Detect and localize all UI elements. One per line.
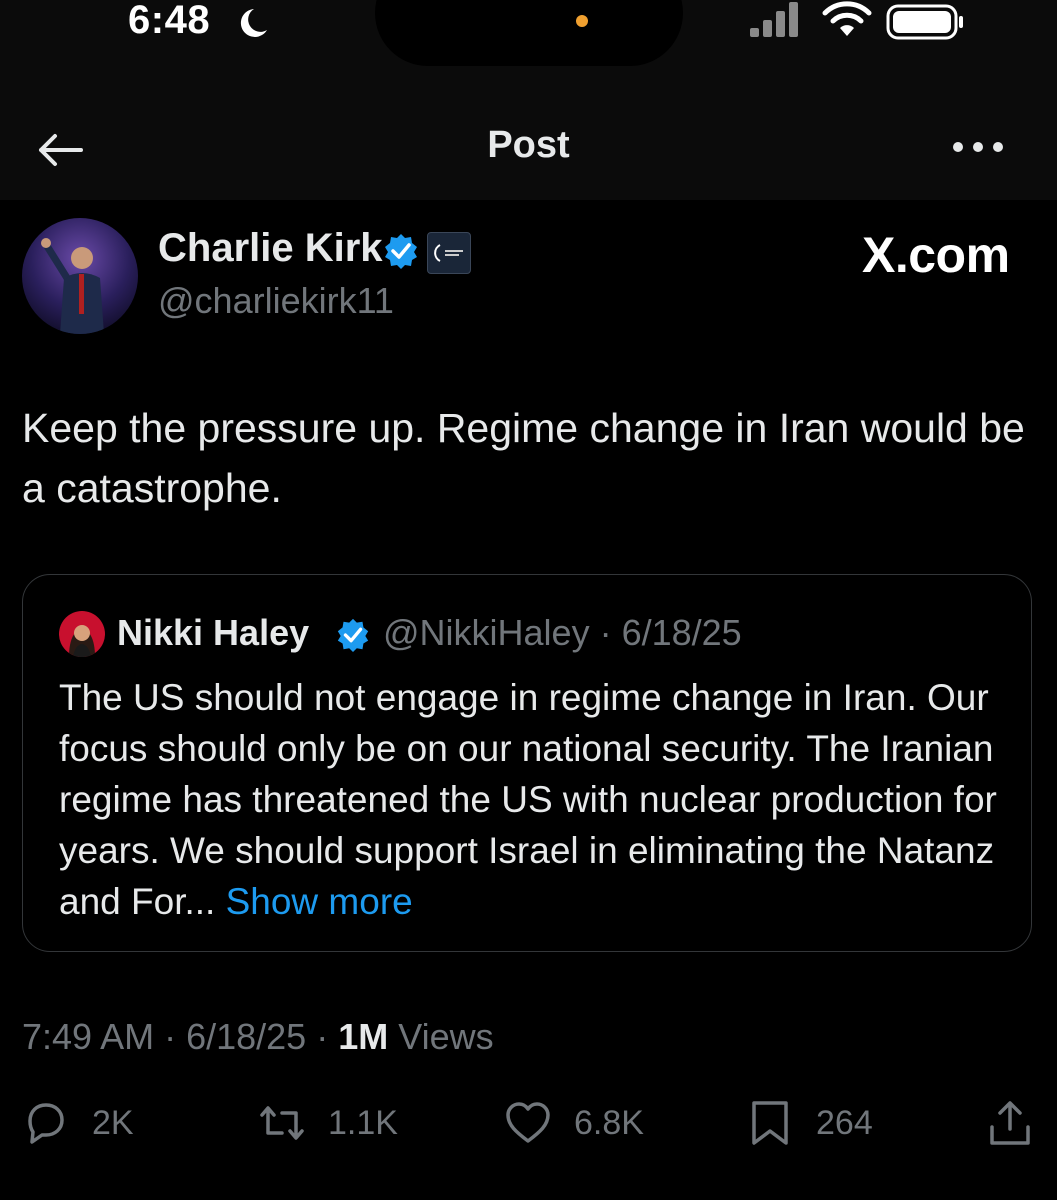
quoted-post-text: The US should not engage in regime chang… — [59, 672, 1009, 927]
views-label: Views — [398, 1016, 494, 1057]
wifi-icon — [822, 1, 872, 36]
more-options-icon[interactable] — [950, 135, 1006, 159]
share-button[interactable] — [986, 1096, 1034, 1150]
post-date[interactable]: 6/18/25 — [186, 1016, 306, 1057]
separator: · — [306, 1016, 339, 1057]
like-button[interactable]: 6.8K — [504, 1096, 644, 1150]
heart-icon — [506, 1102, 550, 1143]
privacy-indicator-dot — [576, 15, 588, 27]
x-watermark: X.com — [862, 227, 1010, 283]
repost-button[interactable]: 1.1K — [258, 1096, 398, 1150]
dynamic-island — [375, 0, 683, 66]
bookmark-icon — [752, 1101, 788, 1145]
battery-icon — [886, 4, 963, 40]
bookmark-count: 264 — [816, 1103, 873, 1142]
quoted-post-body: The US should not engage in regime chang… — [59, 677, 997, 922]
affiliation-badge-icon[interactable] — [427, 232, 471, 274]
author-avatar[interactable] — [22, 218, 138, 334]
navigation-bar: Post — [0, 80, 1057, 200]
author-handle[interactable]: @charliekirk11 — [158, 280, 394, 322]
like-count: 6.8K — [574, 1103, 644, 1142]
author-name[interactable]: Charlie Kirk — [158, 226, 383, 271]
reply-icon — [28, 1103, 64, 1144]
quoted-author-name[interactable]: Nikki Haley — [117, 612, 309, 654]
bookmark-button[interactable]: 264 — [746, 1096, 873, 1150]
status-bar: 6:48 — [0, 0, 1057, 80]
cellular-signal-icon — [750, 2, 798, 37]
quoted-post-date: 6/18/25 — [621, 612, 742, 653]
share-icon — [990, 1101, 1030, 1145]
reply-count: 2K — [92, 1103, 134, 1142]
repost-icon — [260, 1106, 304, 1140]
reply-button[interactable]: 2K — [22, 1096, 134, 1150]
verified-badge-icon — [337, 618, 369, 653]
quoted-author-avatar[interactable] — [59, 611, 105, 657]
post-meta: 7:49 AM · 6/18/25 · 1M Views — [22, 1016, 494, 1058]
views-count: 1M — [338, 1016, 389, 1057]
post-text: Keep the pressure up. Regime change in I… — [22, 405, 1025, 511]
status-time: 6:48 — [128, 0, 211, 42]
separator: · — [154, 1016, 187, 1057]
verified-badge-icon — [385, 234, 417, 269]
page-title: Post — [487, 124, 570, 166]
quoted-post-card[interactable]: Nikki Haley @NikkiHaley · 6/18/25 The US… — [22, 574, 1032, 952]
show-more-link[interactable]: Show more — [226, 881, 413, 922]
separator: · — [589, 612, 622, 653]
quoted-author-handle[interactable]: @NikkiHaley — [383, 612, 590, 653]
moon-icon — [240, 9, 267, 37]
repost-count: 1.1K — [328, 1103, 398, 1142]
quoted-author-handle-date: @NikkiHaley · 6/18/25 — [383, 612, 742, 654]
post-time: 7:49 AM — [22, 1016, 155, 1057]
